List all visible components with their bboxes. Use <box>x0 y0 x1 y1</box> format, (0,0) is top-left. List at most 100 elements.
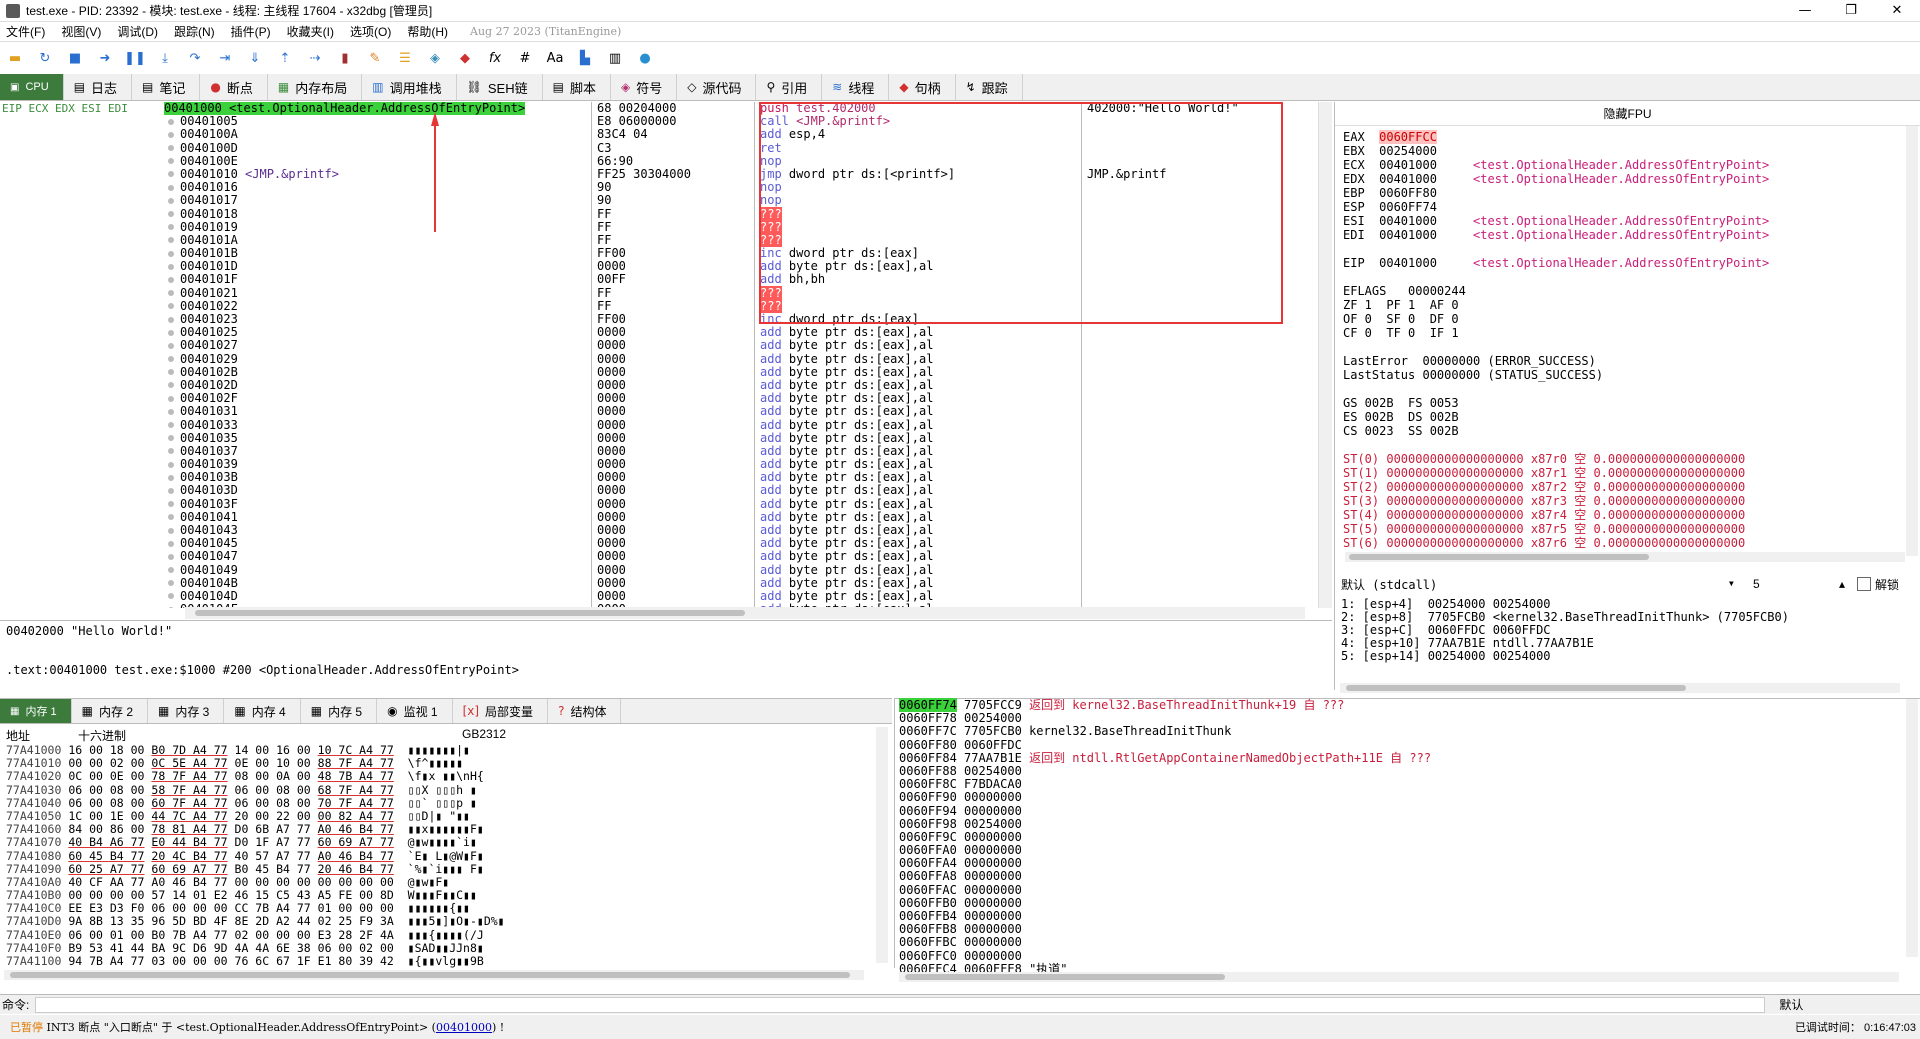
stack-row[interactable]: 0060FFA0 00000000 <box>895 843 1920 857</box>
calculator-icon[interactable]: ▥ <box>606 49 624 67</box>
open-icon[interactable]: ▬ <box>6 49 24 67</box>
font-icon[interactable]: Aa <box>546 49 564 67</box>
flags-row[interactable]: CF 0 TF 0 IF 1 <box>1343 326 1769 340</box>
breakpoint-dot[interactable] <box>168 329 174 336</box>
breakpoint-dot[interactable] <box>168 435 174 442</box>
step-into-icon[interactable]: ⤓ <box>156 49 174 67</box>
tab-breakpoints[interactable]: ● 断点 <box>200 74 268 100</box>
breakpoint-dot[interactable] <box>168 567 174 574</box>
disasm-horizontal-scrollbar[interactable] <box>185 607 1305 619</box>
breakpoint-dot[interactable] <box>168 224 174 231</box>
breakpoint-dot[interactable] <box>168 158 174 165</box>
tab-handles[interactable]: ◆ 句柄 <box>889 74 956 100</box>
stack-row[interactable]: 0060FFB4 00000000 <box>895 909 1920 923</box>
stack-row[interactable]: 0060FF98 00254000 <box>895 817 1920 831</box>
segment-row[interactable]: CS 0023 SS 002B <box>1343 424 1769 438</box>
breakpoint-dot[interactable] <box>168 501 174 508</box>
dump-tab[interactable]: ▦ 内存 4 <box>224 699 301 723</box>
register-value[interactable]: 00401000 <box>1379 158 1437 172</box>
tab-script[interactable]: ▤ 脚本 <box>543 74 611 100</box>
tab-trace[interactable]: ↯ 跟踪 <box>956 74 1023 100</box>
stop-icon[interactable]: ■ <box>66 49 84 67</box>
eflags-row[interactable]: EFLAGS 00000244 <box>1343 284 1769 298</box>
dump-tab[interactable]: ▦ 内存 2 <box>72 699 148 723</box>
breakpoint-dot[interactable] <box>168 316 174 323</box>
memory-dump[interactable]: 地址 十六进制 GB2312 77A41000 16 00 18 00 B0 7… <box>0 725 892 980</box>
call-convention-select[interactable]: 默认 (stdcall) ▾ <box>1341 576 1741 593</box>
disasm-instruction-column[interactable]: push test.402000 call <JMP.&printf> add es… <box>756 102 1082 608</box>
breakpoint-dot[interactable] <box>168 303 174 310</box>
argument-row[interactable]: 5: [esp+14] 00254000 00254000 <box>1341 650 1920 663</box>
menu-options[interactable]: 选项(O) <box>350 23 391 40</box>
disasm-bytes-column[interactable]: 68 00204000 E8 06000000 83C4 04 C3 66:90 FF25… <box>593 102 755 608</box>
menu-favourites[interactable]: 收藏夹(I) <box>287 23 334 40</box>
breakpoint-dot[interactable] <box>168 422 174 428</box>
flags-row[interactable]: OF 0 SF 0 DF 0 <box>1343 312 1769 326</box>
register-value[interactable]: 00401000 <box>1379 256 1437 270</box>
trace-over-icon[interactable]: ⇓ <box>246 49 264 67</box>
stack-row[interactable]: 0060FFAC 00000000 <box>895 883 1920 897</box>
arguments-horizontal-scrollbar[interactable] <box>1340 683 1900 693</box>
register-value[interactable]: 0060FF74 <box>1379 200 1437 214</box>
tab-source[interactable]: ◇ 源代码 <box>677 74 757 100</box>
hash-icon[interactable]: # <box>516 49 534 67</box>
scylla-icon[interactable]: ▮ <box>336 49 354 67</box>
tab-memory-map[interactable]: ▦ 内存布局 <box>268 74 363 100</box>
tab-cpu[interactable]: ▣ CPU <box>0 74 64 100</box>
trace-into-icon[interactable]: ⇥ <box>216 49 234 67</box>
dump-tab[interactable]: ◉ 监视 1 <box>377 699 453 723</box>
register-vertical-scrollbar[interactable] <box>1906 126 1918 556</box>
breakpoint-dot[interactable] <box>168 197 174 204</box>
dump-vertical-scrollbar[interactable] <box>876 727 888 963</box>
register-row[interactable]: EBP 0060FF80 <box>1343 186 1769 200</box>
stack-horizontal-scrollbar[interactable] <box>899 972 1899 982</box>
fpu-row[interactable]: ST(4) 0000000000000000000 x87r4 空 0.0000… <box>1343 508 1769 522</box>
tab-symbols[interactable]: ◈ 符号 <box>611 74 678 100</box>
stack-row[interactable]: 0060FF74 7705FCC9 返回到 kernel32.BaseThrea… <box>895 698 1920 712</box>
breakpoint-dot[interactable] <box>168 290 174 297</box>
tab-call-stack[interactable]: ▥ 调用堆栈 <box>362 74 457 100</box>
arg-count-spinner[interactable]: 5 ▴ <box>1753 577 1849 591</box>
register-value[interactable]: 00401000 <box>1379 172 1437 186</box>
dump-tab[interactable]: ▦ 内存 3 <box>148 699 225 723</box>
fpu-row[interactable]: ST(0) 0000000000000000000 x87r0 空 0.0000… <box>1343 452 1769 466</box>
minimize-button[interactable]: — <box>1782 0 1828 22</box>
stack-row[interactable]: 0060FF84 77AA7B1E 返回到 ntdll.RtlGetAppCon… <box>895 751 1920 765</box>
close-button[interactable]: ✕ <box>1874 0 1920 22</box>
register-row[interactable]: ESI 00401000 <test.OptionalHeader.Addres… <box>1343 214 1769 228</box>
dump-tab[interactable]: ? 结构体 <box>548 699 622 723</box>
command-mode[interactable]: 默认 <box>1779 996 1803 1013</box>
breakpoint-dot[interactable] <box>168 263 174 270</box>
tab-seh-chain[interactable]: ⛓ SEH链 <box>457 74 543 100</box>
register-value[interactable]: 00401000 <box>1379 228 1437 242</box>
breakpoint-dot[interactable] <box>168 448 174 455</box>
label-icon[interactable]: ◈ <box>426 49 444 67</box>
fpu-row[interactable]: ST(5) 0000000000000000000 x87r5 空 0.0000… <box>1343 522 1769 536</box>
breakpoint-dot[interactable] <box>168 211 174 217</box>
disasm-comment-column[interactable]: 402000:"Hello World!" JMP.&printf <box>1083 102 1317 608</box>
stack-row[interactable]: 0060FFB8 00000000 <box>895 923 1920 936</box>
register-row[interactable]: ECX 00401000 <test.OptionalHeader.Addres… <box>1343 158 1769 172</box>
stack-row[interactable]: 0060FFBC 00000000 <box>895 936 1920 949</box>
breakpoint-dot[interactable] <box>168 276 174 283</box>
stack-row[interactable]: 0060FF7C 7705FCB0 kernel32.BaseThreadIni… <box>895 725 1920 738</box>
register-value[interactable]: 00254000 <box>1379 144 1437 158</box>
run-icon[interactable]: ➜ <box>96 49 114 67</box>
breakpoint-dot[interactable] <box>168 474 174 481</box>
function-icon[interactable]: fx <box>486 49 504 67</box>
menu-file[interactable]: 文件(F) <box>6 23 45 40</box>
breakpoint-dot[interactable] <box>168 487 174 494</box>
menu-view[interactable]: 视图(V) <box>61 23 101 40</box>
dump-tab[interactable]: ▦ 内存 5 <box>301 699 378 723</box>
stack-row[interactable]: 0060FFA8 00000000 <box>895 870 1920 883</box>
breakpoint-dot[interactable] <box>168 356 174 363</box>
register-value[interactable]: 00401000 <box>1379 214 1437 228</box>
stack-view[interactable]: 0060FF74 7705FCC9 返回到 kernel32.BaseThrea… <box>894 698 1920 982</box>
patch-icon[interactable]: ✎ <box>366 49 384 67</box>
breakpoint-dot[interactable] <box>168 369 174 376</box>
step-over-icon[interactable]: ↷ <box>186 49 204 67</box>
breakpoint-dot[interactable] <box>168 540 174 547</box>
stack-vertical-scrollbar[interactable] <box>1906 699 1918 957</box>
menu-debug[interactable]: 调试(D) <box>117 23 158 40</box>
command-input[interactable] <box>35 996 1766 1013</box>
